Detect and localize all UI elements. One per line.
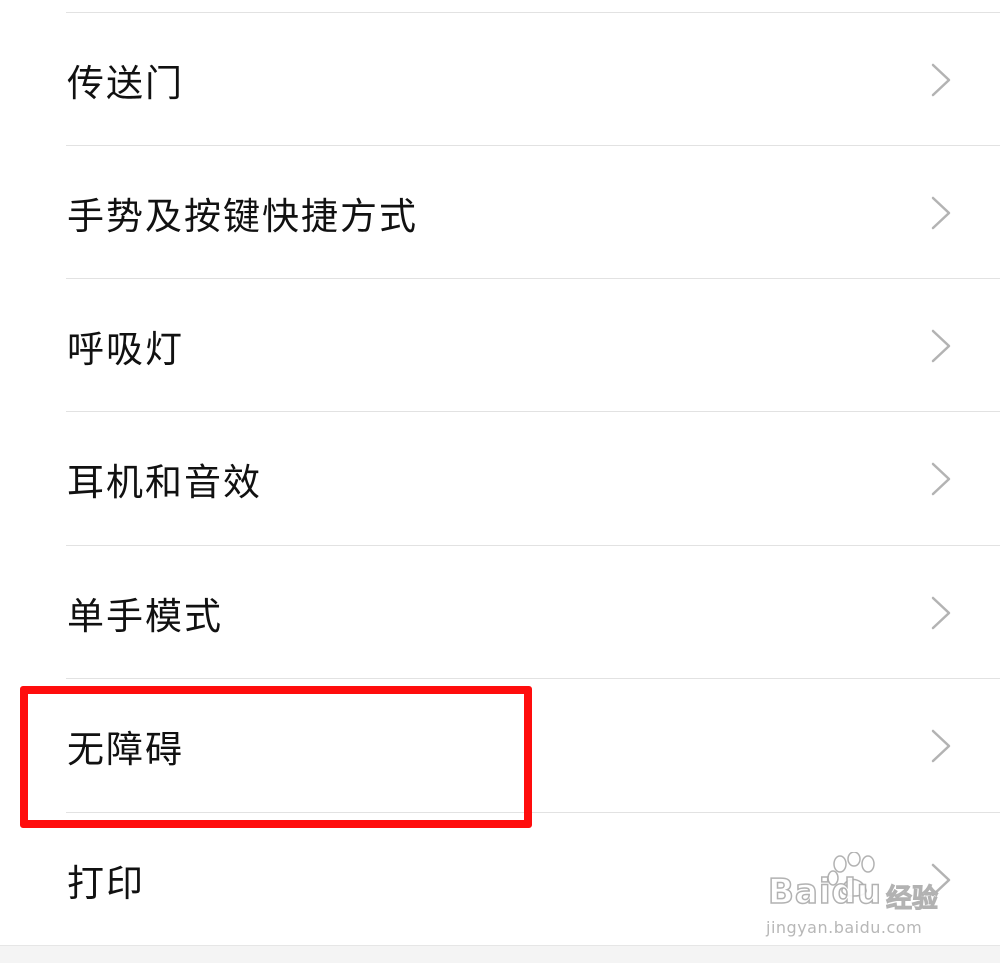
chevron-right-icon [931,729,951,762]
settings-item-label: 传送门 [67,61,184,105]
chevron-right-icon [931,196,951,229]
settings-item-accessibility[interactable]: 无障碍 [0,679,1000,812]
settings-screen: 传送门 手势及按键快捷方式 呼吸灯 耳机和音效 单手模式 无障碍 打印 Baid… [0,0,1000,963]
settings-item-one-hand-mode[interactable]: 单手模式 [0,546,1000,679]
chevron-right-icon [931,863,951,896]
settings-item-label: 无障碍 [67,727,184,771]
chevron-right-icon [931,329,951,362]
settings-item-label: 打印 [67,861,145,905]
chevron-right-icon [931,596,951,629]
settings-item-label: 单手模式 [67,594,223,638]
settings-item-breathing-light[interactable]: 呼吸灯 [0,279,1000,412]
settings-item-gestures-shortcuts[interactable]: 手势及按键快捷方式 [0,146,1000,279]
settings-item-print[interactable]: 打印 [0,813,1000,946]
settings-item-headphones-audio[interactable]: 耳机和音效 [0,412,1000,545]
settings-item-label: 耳机和音效 [67,460,262,504]
settings-item-label: 手势及按键快捷方式 [67,194,418,238]
settings-item-portal[interactable]: 传送门 [0,13,1000,146]
bottom-band [0,945,1000,963]
settings-item-label: 呼吸灯 [67,327,184,371]
chevron-right-icon [931,462,951,495]
chevron-right-icon [931,63,951,96]
